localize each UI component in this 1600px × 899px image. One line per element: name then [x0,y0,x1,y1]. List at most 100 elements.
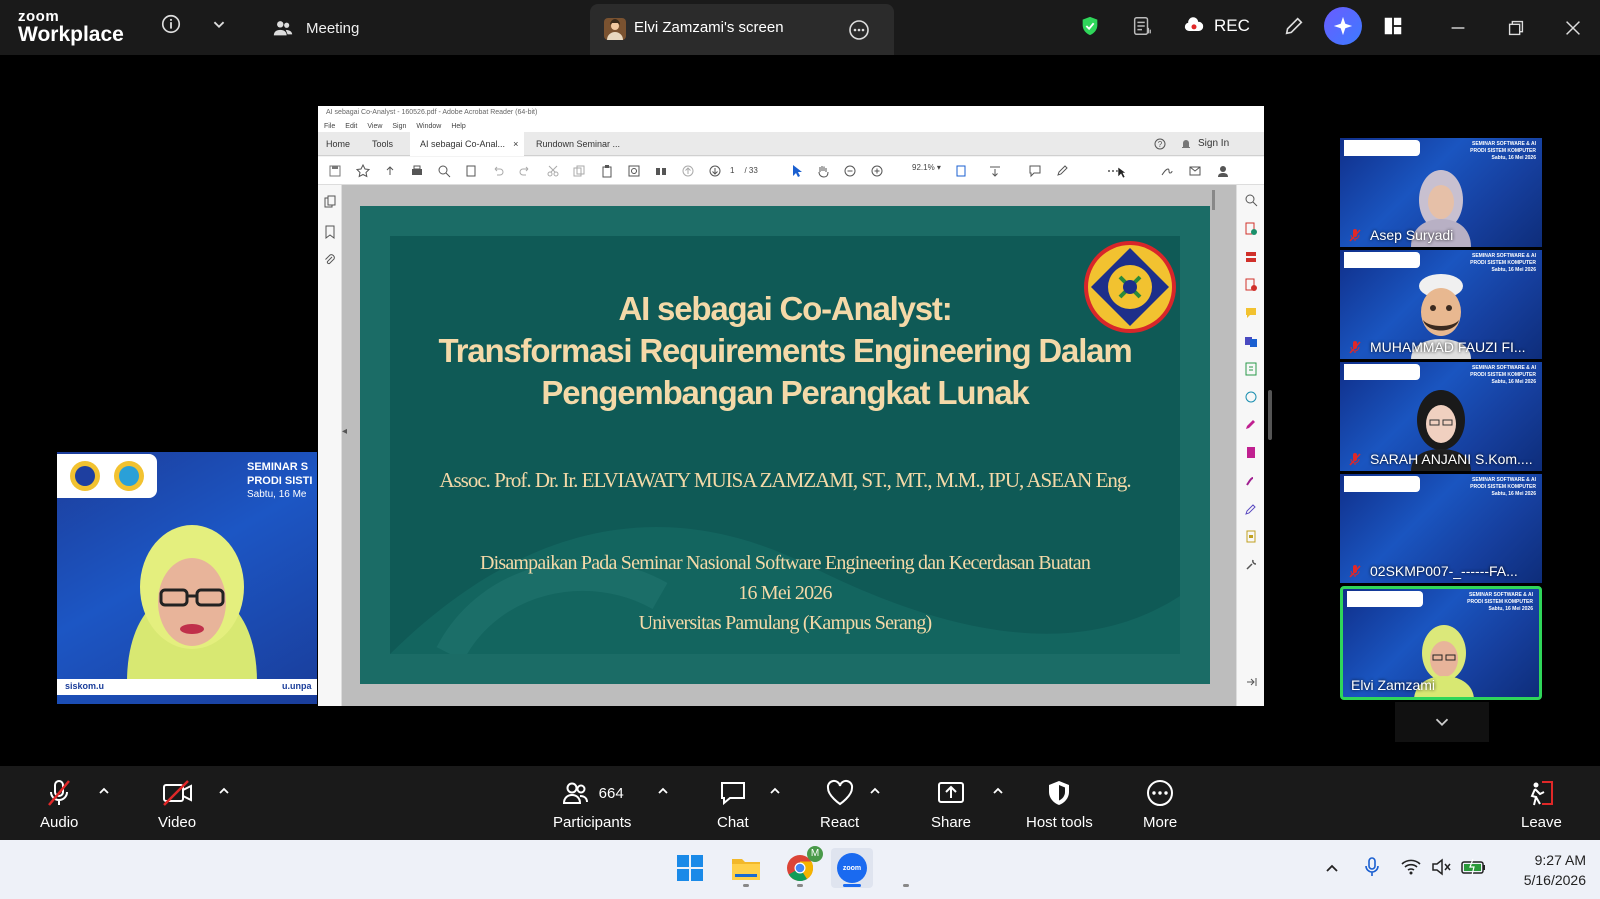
zoom-out-icon[interactable] [843,164,857,178]
search-icon[interactable] [437,164,451,178]
create-pdf-icon[interactable] [1244,222,1258,236]
ai-companion-button[interactable] [1324,7,1362,45]
share-user-icon[interactable] [1216,164,1230,178]
react-options-chevron-icon[interactable] [868,784,882,798]
pen-tool-icon[interactable] [1244,502,1258,516]
leave-button[interactable]: Leave [1521,778,1562,831]
bookmark-icon[interactable] [323,225,337,239]
email-icon[interactable] [1188,164,1202,178]
tab-document-active[interactable]: AI sebagai Co-Anal... × [410,132,524,156]
attachment-icon[interactable] [323,253,337,267]
collapse-panel-icon[interactable] [1244,675,1258,689]
fit-page-icon[interactable] [955,164,969,178]
wifi-icon[interactable] [1400,856,1422,878]
scroll-mode-icon[interactable] [988,164,1002,178]
cut-icon[interactable] [546,164,560,178]
participant-tile[interactable]: SEMINAR SOFTWARE & AI PRODI SISTEM KOMPUT… [1340,362,1542,471]
menu-file[interactable]: File [324,123,335,130]
search-tool-icon[interactable] [1244,193,1258,207]
paste-icon[interactable] [600,164,614,178]
volume-muted-icon[interactable] [1430,856,1452,878]
panel-resize-handle[interactable] [1268,390,1272,440]
audio-button[interactable]: Audio [40,778,78,831]
comment-icon[interactable] [1028,164,1042,178]
protect-icon[interactable] [1244,390,1258,404]
upload-icon[interactable] [383,164,397,178]
bell-icon[interactable] [1180,138,1192,150]
show-hidden-icons-chevron-icon[interactable] [1322,858,1342,878]
star-icon[interactable] [356,164,370,178]
redo-icon[interactable] [518,164,532,178]
comment-tool-icon[interactable] [1244,306,1258,320]
zoom-in-icon[interactable] [870,164,884,178]
chevron-down-icon[interactable] [205,10,233,38]
tab-home[interactable]: Home [326,132,350,156]
save-icon[interactable] [328,164,342,178]
video-button[interactable]: Video [158,778,196,831]
share-options-chevron-icon[interactable] [991,784,1005,798]
combine-icon[interactable] [1244,334,1258,348]
audio-options-chevron-icon[interactable] [97,784,111,798]
view-layout-icon[interactable] [1379,12,1407,40]
copy-icon[interactable] [572,164,586,178]
info-icon[interactable] [157,10,185,38]
participant-tile[interactable]: SEMINAR SOFTWARE & AI PRODI SISTEM KOMPUT… [1340,250,1542,359]
request-signature-icon[interactable] [1244,474,1258,488]
participants-options-chevron-icon[interactable] [656,784,670,798]
participant-tile[interactable]: SEMINAR SOFTWARE & AI PRODI SISTEM KOMPUT… [1340,474,1542,583]
print-icon[interactable] [410,164,424,178]
chat-options-chevron-icon[interactable] [768,784,782,798]
tab-rundown[interactable]: Rundown Seminar ... [526,132,640,156]
prepare-form-icon[interactable] [1244,530,1258,544]
more-tools-wrench-icon[interactable] [1244,558,1258,572]
tab-tools[interactable]: Tools [372,132,393,156]
video-options-chevron-icon[interactable] [217,784,231,798]
taskbar-clock[interactable]: 9:27 AM 5/16/2026 [1498,850,1586,890]
zoom-app[interactable]: zoom [831,848,873,888]
menu-view[interactable]: View [367,123,382,130]
pages-panel-icon[interactable] [323,195,337,209]
restore-icon[interactable] [1502,14,1530,42]
tab-close-icon[interactable]: × [513,139,518,149]
participant-tile-active-speaker[interactable]: SEMINAR SOFTWARE & AI PRODI SISTEM KOMPUT… [1340,586,1542,700]
fill-sign-icon[interactable] [1244,418,1258,432]
compress-icon[interactable] [1244,362,1258,376]
highlight-icon[interactable] [1055,164,1069,178]
meeting-menu-button[interactable]: Meeting [272,14,359,42]
help-icon[interactable]: ? [1154,138,1166,150]
host-tools-button[interactable]: Host tools [1026,778,1093,831]
react-button[interactable]: React [820,778,859,831]
export-pdf-icon[interactable] [1244,278,1258,292]
edit-pdf-icon[interactable] [1244,446,1258,460]
chat-button[interactable]: Chat [717,778,749,831]
document-scrollbar[interactable] [1212,190,1215,210]
notes-icon[interactable] [1128,12,1156,40]
binoculars-icon[interactable] [654,164,668,178]
more-button[interactable]: More [1143,778,1177,831]
page-down-icon[interactable] [708,164,722,178]
battery-charging-icon[interactable] [1461,856,1487,878]
record-button[interactable]: REC [1182,12,1250,40]
more-options-icon[interactable] [848,19,870,41]
chrome-app[interactable]: M [779,846,823,888]
page-indicator[interactable]: 1 / 33 [730,163,780,177]
security-shield-icon[interactable] [1076,12,1104,40]
menu-window[interactable]: Window [416,123,441,130]
menu-sign[interactable]: Sign [392,123,406,130]
zoom-level[interactable]: 92.1% ▾ [912,163,941,172]
document-icon[interactable] [464,164,478,178]
participant-tile[interactable]: SEMINAR SOFTWARE & AI PRODI SISTEM KOMPUT… [1340,138,1542,247]
sign-in-link[interactable]: Sign In [1198,138,1229,149]
left-collapse-arrow-icon[interactable]: ◂ [342,426,352,446]
sign-icon[interactable] [1160,164,1174,178]
organize-pages-icon[interactable] [1244,250,1258,264]
select-cursor-icon[interactable] [790,164,804,178]
page-up-icon[interactable] [681,164,695,178]
file-explorer-app[interactable] [725,848,767,888]
presenter-video[interactable]: SEMINAR S PRODI SISTI Sabtu, 16 Me sisko… [57,452,317,704]
hand-tool-icon[interactable] [816,164,830,178]
undo-icon[interactable] [491,164,505,178]
menu-help[interactable]: Help [451,123,465,130]
page-current[interactable]: 1 [730,166,734,175]
close-icon[interactable] [1559,14,1587,42]
